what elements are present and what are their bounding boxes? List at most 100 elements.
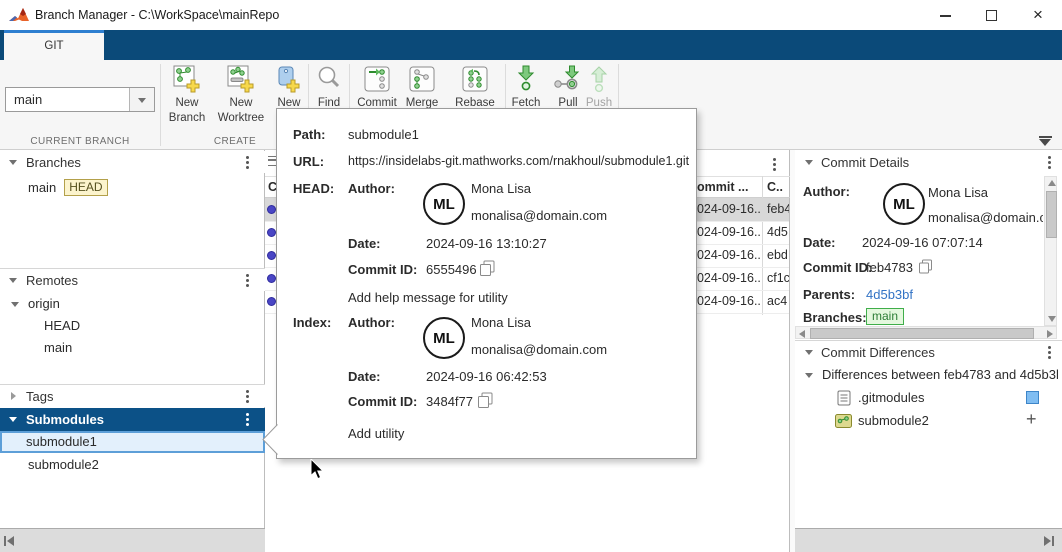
rebase-button[interactable]: Rebase — [451, 64, 499, 111]
commit-differences-menu-icon[interactable] — [1048, 351, 1051, 354]
section-header-tags[interactable]: Tags — [0, 385, 265, 407]
tags-title: Tags — [26, 389, 53, 404]
copy-icon[interactable] — [477, 392, 493, 408]
collapse-bar — [1039, 136, 1052, 138]
merge-button[interactable]: Merge — [400, 64, 444, 111]
new-worktree-button[interactable]: New Worktree — [213, 64, 269, 126]
date-value: 2024-09-16 07:07:14 — [862, 235, 983, 250]
scroll-right-icon[interactable] — [1047, 330, 1053, 338]
details-hscrollbar[interactable] — [795, 326, 1057, 339]
chevron-down-icon — [138, 98, 146, 103]
scroll-up-icon[interactable] — [1048, 180, 1056, 186]
commit-id-cell: feb4 — [767, 202, 789, 216]
remotes-menu-icon[interactable] — [246, 279, 249, 282]
remote-item-head[interactable]: HEAD — [0, 315, 265, 337]
submodule-icon — [835, 414, 852, 428]
matlab-logo-icon — [9, 5, 29, 25]
current-branch-combo[interactable]: main — [5, 87, 155, 112]
scroll-home-icon[interactable] — [4, 535, 16, 547]
details-vscrollbar[interactable] — [1044, 176, 1057, 326]
panel-splitter[interactable] — [790, 150, 795, 552]
submodule-name: submodule2 — [28, 457, 99, 472]
head-author-email: monalisa@domain.com — [471, 208, 607, 223]
new-branch-button[interactable]: New Branch — [163, 64, 211, 126]
branch-name: main — [28, 180, 56, 195]
submodule-item-2[interactable]: submodule2 — [0, 454, 265, 476]
maximize-icon — [986, 10, 997, 21]
remote-item-main[interactable]: main — [0, 337, 265, 359]
close-button[interactable]: × — [1014, 0, 1062, 30]
remote-item-origin[interactable]: origin — [0, 293, 265, 315]
new-branch-label-1: New — [175, 96, 198, 111]
column-header-id[interactable]: C.. — [767, 180, 783, 194]
index-label: Index: — [293, 315, 331, 330]
added-indicator: + — [1026, 409, 1037, 430]
commit-date-cell: 2024-09-16... — [690, 248, 760, 262]
submodules-title: Submodules — [26, 412, 104, 427]
fetch-button[interactable]: Fetch — [508, 64, 544, 111]
commit-id-cell: ebd — [767, 248, 789, 262]
hscroll-thumb[interactable] — [810, 328, 1034, 339]
section-header-commit-differences[interactable]: Commit Differences — [795, 340, 1062, 363]
commit-panel-menu-icon[interactable] — [773, 163, 776, 166]
diff-root-node[interactable]: Differences between feb4783 and 4d5b3bf — [795, 364, 1062, 386]
head-badge: HEAD — [64, 179, 107, 196]
collapse-triangle-icon — [1039, 139, 1051, 146]
section-header-remotes[interactable]: Remotes — [0, 269, 265, 291]
diff-file-row[interactable]: submodule2 + — [795, 410, 1062, 432]
index-commit-id-value: 3484f77 — [426, 394, 473, 409]
commit-date-cell: 2024-09-16... — [690, 225, 760, 239]
avatar-initials: ML — [433, 196, 455, 213]
scroll-down-icon[interactable] — [1048, 316, 1056, 322]
scroll-left-icon[interactable] — [799, 330, 805, 338]
vscroll-thumb[interactable] — [1046, 191, 1057, 238]
section-header-submodules[interactable]: Submodules — [0, 408, 265, 431]
commit-id-value: feb4783 — [866, 260, 913, 275]
tri — [1044, 536, 1051, 546]
right-hscrollbar[interactable] — [790, 528, 1062, 552]
graph-node-dot — [267, 274, 276, 283]
bar — [4, 536, 6, 546]
column-header-commit[interactable]: Commit ... — [688, 180, 748, 194]
tab-git[interactable]: GIT — [4, 30, 104, 60]
avatar-initials: ML — [433, 330, 455, 347]
branches-menu-icon[interactable] — [246, 161, 249, 164]
commit-date-cell: 2024-09-16... — [690, 294, 760, 308]
commit-date-cell: 2024-09-16... — [690, 202, 760, 216]
url-label: URL: — [293, 154, 324, 169]
submodules-menu-icon[interactable] — [246, 418, 249, 421]
parent-commit-link[interactable]: 4d5b3bf — [866, 287, 913, 302]
maximize-button[interactable] — [968, 0, 1014, 30]
collapse-icon — [805, 160, 813, 165]
combo-dropdown-button[interactable] — [129, 88, 154, 111]
close-icon: × — [1033, 5, 1043, 24]
sidebar-hscrollbar[interactable] — [0, 528, 265, 552]
scroll-end-icon[interactable] — [1044, 535, 1056, 547]
submodule-item-1[interactable]: submodule1 — [0, 431, 265, 453]
pull-button[interactable]: Pull — [551, 64, 585, 111]
author-label: Author: — [803, 184, 850, 199]
copy-icon[interactable] — [918, 259, 933, 274]
graph-node-dot — [267, 228, 276, 237]
collapse-icon — [805, 350, 813, 355]
diff-file-row[interactable]: .gitmodules — [795, 387, 1062, 409]
branch-item-main[interactable]: main HEAD — [0, 176, 265, 198]
avatar-initials: ML — [893, 196, 915, 213]
fetch-icon — [514, 64, 538, 96]
diff-file-name: submodule2 — [858, 413, 929, 428]
push-button[interactable]: Push — [583, 64, 615, 111]
tab-git-label: GIT — [44, 40, 63, 52]
pull-icon — [553, 64, 583, 96]
section-header-branches[interactable]: Branches — [0, 151, 265, 173]
copy-icon[interactable] — [479, 260, 495, 276]
section-header-commit-details[interactable]: Commit Details — [795, 151, 1062, 173]
minimize-button[interactable] — [922, 0, 968, 30]
find-button[interactable]: Find — [310, 64, 348, 111]
minimize-icon — [940, 15, 951, 17]
tags-menu-icon[interactable] — [246, 395, 249, 398]
commit-button[interactable]: Commit — [353, 64, 401, 111]
sidebar: Branches main HEAD Remotes origin HEAD m… — [0, 150, 265, 552]
panel-collapse-button[interactable] — [1037, 136, 1055, 148]
commit-details-menu-icon[interactable] — [1048, 161, 1051, 164]
commit-icon — [363, 64, 391, 96]
